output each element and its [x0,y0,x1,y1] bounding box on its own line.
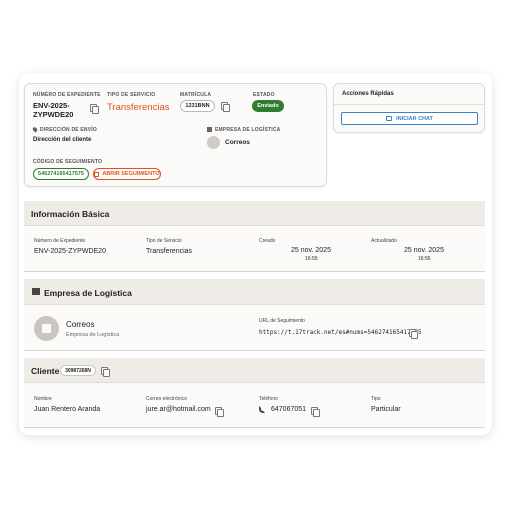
direccion-label: DIRECCIÓN DE ENVÍO [40,127,97,133]
client-phone: 647067051 [271,406,307,413]
estado-label: ESTADO [253,92,275,98]
company-name: Correos [66,320,95,329]
field-label: Número de Expediente [34,238,86,244]
copy-client-id-icon[interactable] [101,367,110,377]
tracking-url[interactable]: https://t.17track.net/es#nums=5462741654… [259,329,422,336]
location-pin-icon [31,126,39,133]
matricula-label: MATRÍCULA [180,92,212,98]
url-label: URL de Seguimiento [259,318,305,324]
field-label: Nombre [34,396,52,402]
client-email: jure.ar@hotmail.com [146,406,211,413]
summary-card: NÚMERO DE EXPEDIENTE ENV-2025- ZYPWDE20 … [24,83,327,187]
chat-bubble-icon [386,116,393,121]
quick-actions-title: Acciones Rápidas [342,91,394,97]
phone-icon [259,406,265,413]
building-icon [32,288,40,295]
company-subtitle: Empresa de Logística [66,332,120,338]
field-label: Creado [259,238,276,244]
seguimiento-badge: 546274165417575 [33,168,89,180]
servicio-value: Transferencias [107,102,170,113]
updated-time: 16:56 [418,256,431,262]
field-label: Actualizado [371,238,397,244]
basic-info-section: Información Básica Número de Expediente … [24,201,485,272]
copy-matricula-icon[interactable] [221,102,230,112]
basic-info-header: Información Básica [24,201,485,226]
direccion-value: Dirección del cliente [33,137,92,143]
copy-email-icon[interactable] [215,407,224,417]
client-section: Cliente 30987268N Nombre Juan Rentero Ar… [24,358,485,428]
client-type: Particular [371,406,401,413]
abrir-seguimiento-label: ABRIR SEGUIMIENTO [102,171,160,177]
building-icon [207,127,212,132]
client-name: Juan Rentero Aranda [34,406,101,413]
estado-badge: Enviado [252,100,284,112]
logistica-avatar [207,136,220,149]
field-label: Correo electrónico [146,396,187,402]
field-label: Tipo [371,396,381,402]
abrir-seguimiento-button[interactable]: ABRIR SEGUIMIENTO [93,168,161,180]
expediente-value-line1: ENV-2025- [33,101,70,110]
iniciar-chat-button[interactable]: INICIAR CHAT [341,112,478,125]
client-id-badge: 30987268N [60,365,96,376]
logistics-title: Empresa de Logística [44,288,132,298]
copy-phone-icon[interactable] [311,407,320,417]
field-value: ENV-2025-ZYPWDE20 [34,248,106,255]
building-icon [42,324,51,333]
created-time: 16:55 [305,256,318,262]
iniciar-chat-label: INICIAR CHAT [396,115,433,122]
basic-info-title: Información Básica [31,209,110,219]
expediente-value-line2: ZYPWDE20 [33,110,74,119]
company-avatar [34,316,59,341]
updated-date: 25 nov. 2025 [404,247,444,254]
client-title: Cliente [31,366,60,376]
servicio-label: TIPO DE SERVICIO [107,92,156,98]
logistica-value: Correos [225,139,250,146]
client-header: Cliente 30987268N [24,358,485,383]
expediente-label: NÚMERO DE EXPEDIENTE [33,92,101,98]
logistics-header: Empresa de Logística [24,279,485,305]
external-link-icon [94,171,100,177]
copy-url-icon[interactable] [409,329,418,339]
field-label: Teléfono [259,396,278,402]
copy-expediente-icon[interactable] [90,104,99,114]
field-label: Tipo de Servicio [146,238,182,244]
field-value: Transferencias [146,248,193,255]
seguimiento-label: CÓDIGO DE SEGUIMIENTO [33,159,103,165]
logistica-label: EMPRESA DE LOGÍSTICA [215,127,281,133]
quick-actions-card: Acciones Rápidas INICIAR CHAT [333,83,485,133]
matricula-badge: 1231BNN [180,100,215,112]
created-date: 25 nov. 2025 [291,247,331,254]
logistics-section: Empresa de Logística Correos Empresa de … [24,279,485,351]
quick-actions-divider [334,104,484,105]
